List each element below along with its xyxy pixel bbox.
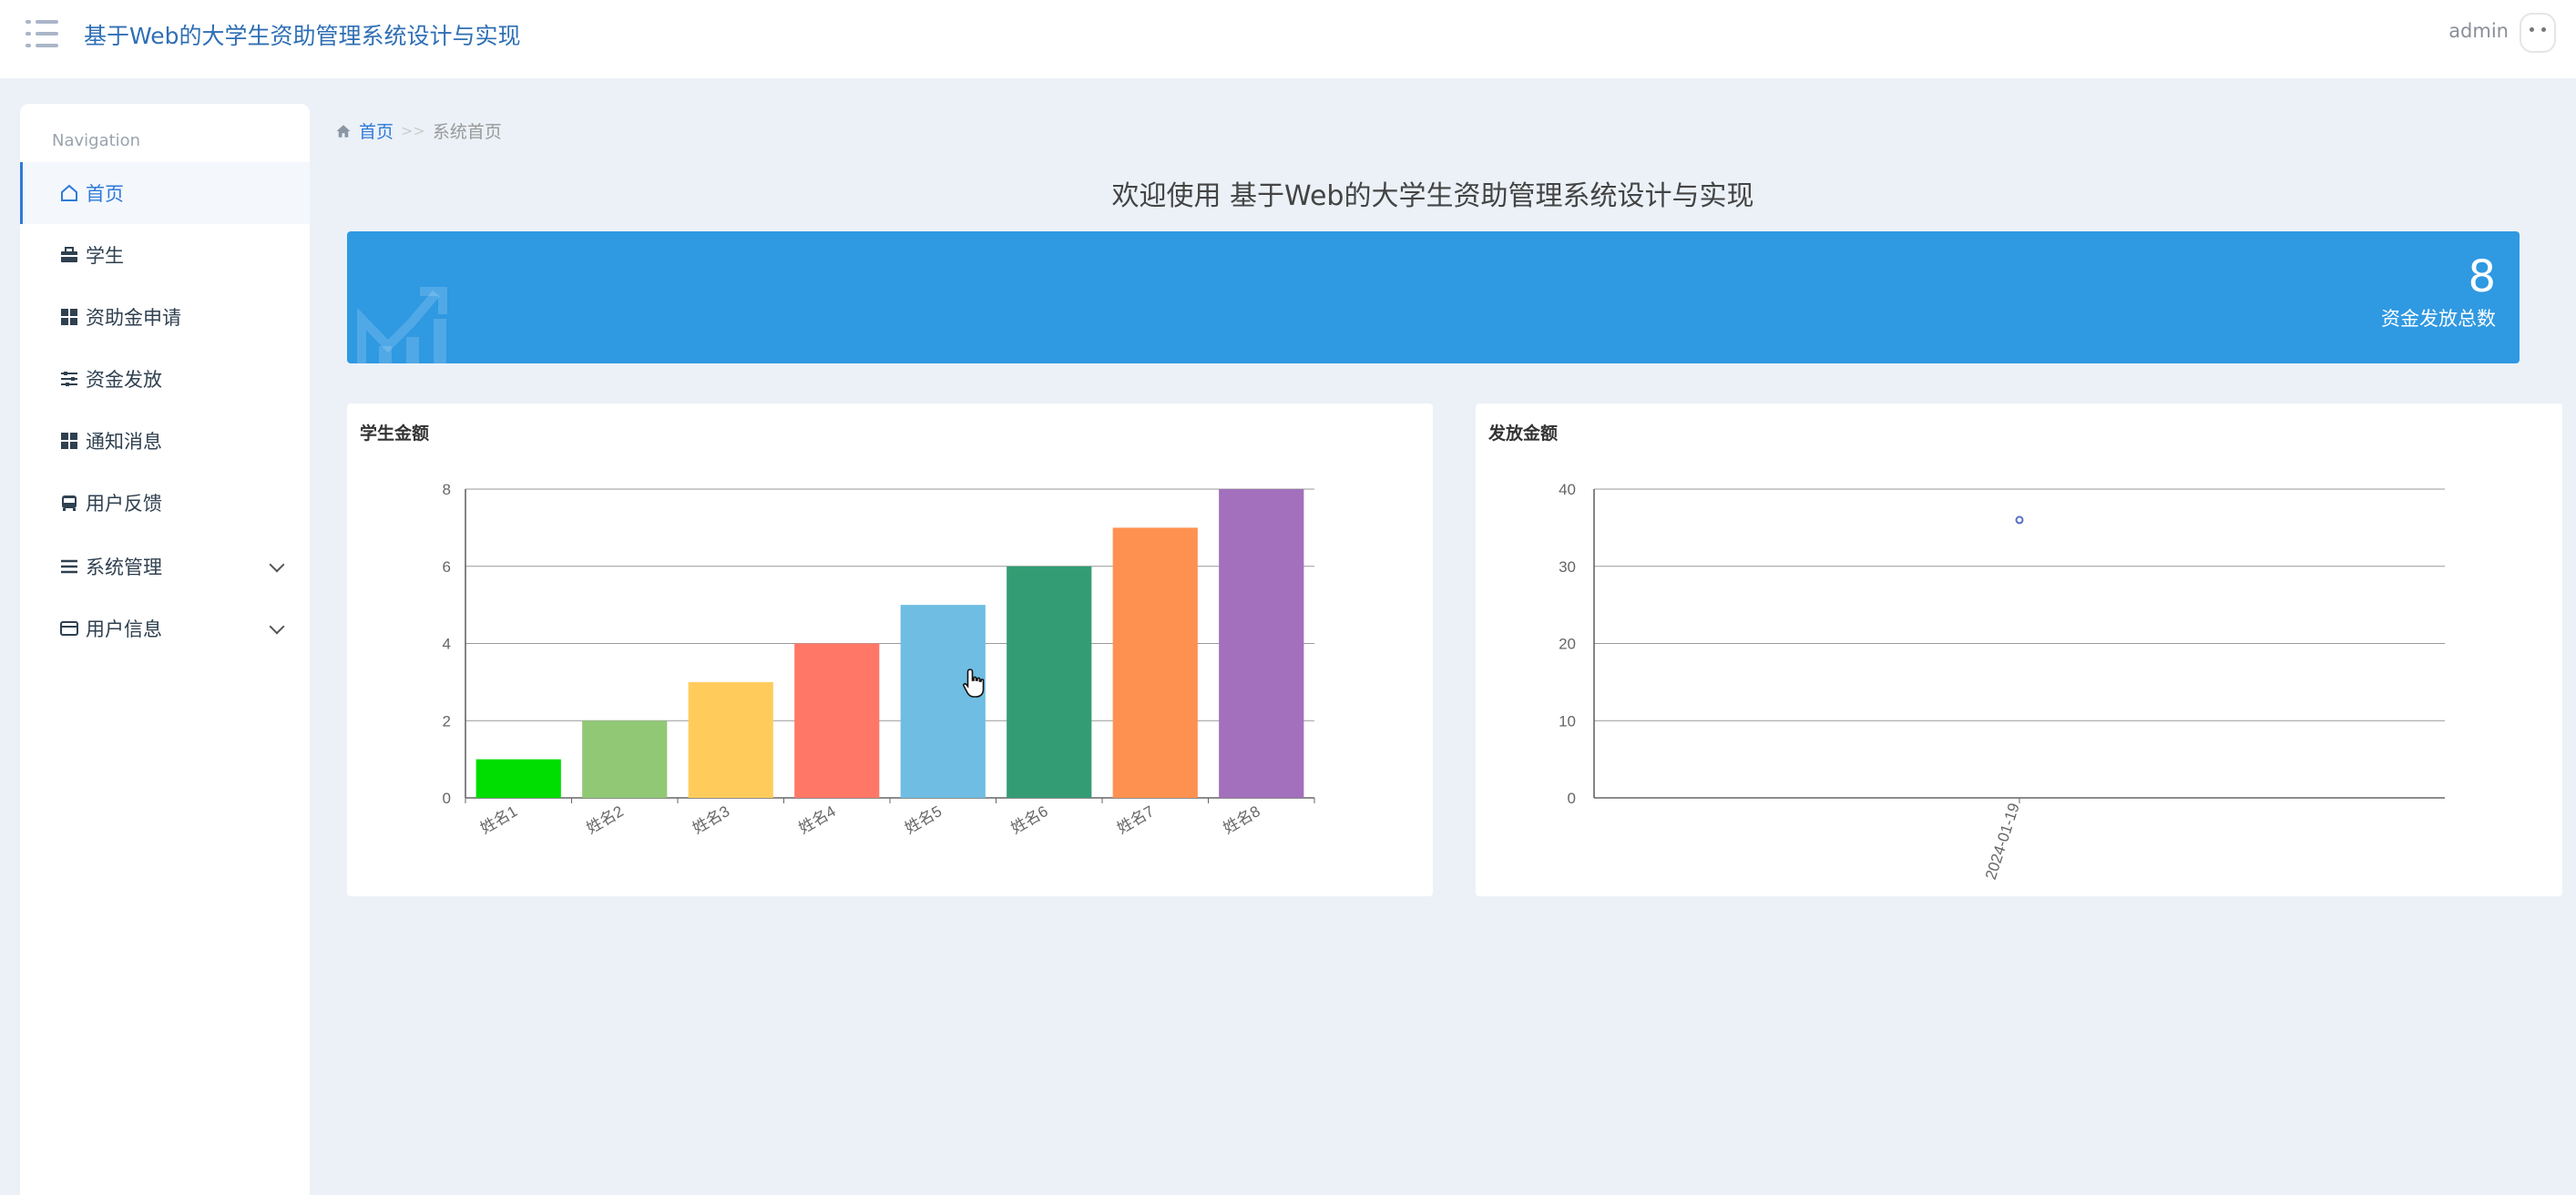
- y-tick-label: 4: [443, 636, 451, 653]
- grid-icon: [58, 306, 80, 328]
- y-tick-label: 6: [443, 558, 451, 576]
- y-tick-label: 2: [443, 712, 451, 730]
- top-header: 基于Web的大学生资助管理系统设计与实现 admin: [0, 0, 2576, 78]
- x-tick-label: 姓名5: [902, 802, 945, 837]
- sidebar-item-system-management[interactable]: 系统管理: [20, 536, 310, 598]
- sidebar-item-label: 学生: [86, 245, 124, 267]
- sidebar-item-user-info[interactable]: 用户信息: [20, 598, 310, 659]
- stat-card: 8 资金发放总数: [347, 231, 2520, 363]
- bar: [582, 720, 668, 798]
- bar: [900, 605, 986, 798]
- home-icon: [336, 124, 351, 138]
- sidebar-item-label: 资金发放: [86, 369, 162, 391]
- app-title: 基于Web的大学生资助管理系统设计与实现: [84, 23, 521, 49]
- chevron-down-icon: [269, 618, 285, 635]
- sidebar-item-label: 系统管理: [86, 557, 162, 578]
- user-name[interactable]: admin: [2448, 20, 2509, 42]
- sidebar: Navigation 首页 学生 资助金申请 资金发放 通知消息 用户反馈 系统…: [20, 104, 310, 1195]
- bar: [1007, 566, 1092, 798]
- stat-label: 资金发放总数: [2381, 308, 2496, 330]
- bar: [794, 643, 880, 798]
- briefcase-icon: [58, 244, 80, 266]
- y-tick-label: 8: [443, 481, 451, 498]
- sidebar-item-feedback[interactable]: 用户反馈: [20, 472, 310, 534]
- distribution-amount-panel: 发放金额 0 10 20 30 40 2024-01-19: [1476, 403, 2562, 896]
- x-tick-label: 姓名7: [1114, 802, 1157, 837]
- breadcrumb-current: 系统首页: [432, 122, 502, 142]
- avatar-icon[interactable]: [2520, 13, 2556, 53]
- card-icon: [58, 618, 80, 639]
- chevron-down-icon: [269, 557, 285, 573]
- hand-cursor-icon: [963, 669, 985, 698]
- menu-icon[interactable]: [26, 20, 58, 47]
- x-tick-label: 2024-01-19: [1982, 801, 2023, 882]
- bar: [688, 681, 773, 798]
- stat-value: 8: [2468, 251, 2496, 302]
- sidebar-item-label: 首页: [86, 183, 124, 205]
- sidebar-item-label: 用户信息: [86, 618, 162, 640]
- home-icon: [58, 182, 80, 204]
- sidebar-item-label: 用户反馈: [86, 493, 162, 515]
- list-icon: [58, 556, 80, 577]
- y-tick-label: 20: [1559, 636, 1576, 653]
- bar: [475, 759, 561, 798]
- sidebar-item-label: 通知消息: [86, 431, 162, 453]
- line-chart: 0 10 20 30 40 2024-01-19: [1559, 481, 2445, 882]
- bus-icon: [58, 492, 80, 514]
- breadcrumb: 首页 >> 系统首页: [335, 118, 502, 143]
- data-point: [2015, 516, 2024, 525]
- student-amount-panel: 学生金额 0 2 4 6 8 姓名1 姓名2 姓名3 姓名4 姓名5 姓名6 姓名7 姓名8: [347, 403, 1433, 896]
- x-tick-label: 姓名4: [796, 802, 839, 837]
- x-tick-label: 姓名3: [690, 802, 732, 837]
- bar-chart: 0 2 4 6 8 姓名1 姓名2 姓名3 姓名4 姓名5 姓名6 姓名7 姓名8: [443, 481, 1315, 837]
- sidebar-item-fund-distribution[interactable]: 资金发放: [20, 348, 310, 410]
- sidebar-item-home[interactable]: 首页: [20, 162, 310, 224]
- x-tick-label: 姓名2: [584, 802, 627, 837]
- y-tick-label: 10: [1559, 712, 1576, 730]
- sliders-icon: [58, 368, 80, 390]
- grid-icon: [58, 430, 80, 452]
- y-tick-label: 0: [443, 790, 451, 807]
- sidebar-item-aid-application[interactable]: 资助金申请: [20, 286, 310, 348]
- sidebar-item-notifications[interactable]: 通知消息: [20, 410, 310, 472]
- y-tick-label: 0: [1568, 790, 1576, 807]
- breadcrumb-separator: >>: [401, 122, 425, 139]
- welcome-title: 欢迎使用 基于Web的大学生资助管理系统设计与实现: [1111, 180, 1754, 212]
- x-tick-label: 姓名8: [1221, 802, 1263, 837]
- breadcrumb-home[interactable]: 首页: [359, 118, 394, 143]
- nav-heading: Navigation: [52, 131, 141, 150]
- y-tick-label: 30: [1559, 558, 1576, 576]
- x-tick-label: 姓名1: [477, 802, 520, 837]
- x-tick-label: 姓名6: [1008, 802, 1051, 837]
- bar: [1112, 527, 1198, 798]
- trend-icon: [357, 287, 447, 363]
- y-tick-label: 40: [1559, 481, 1576, 498]
- sidebar-item-student[interactable]: 学生: [20, 224, 310, 286]
- bar: [1219, 489, 1304, 798]
- sidebar-item-label: 资助金申请: [86, 307, 181, 329]
